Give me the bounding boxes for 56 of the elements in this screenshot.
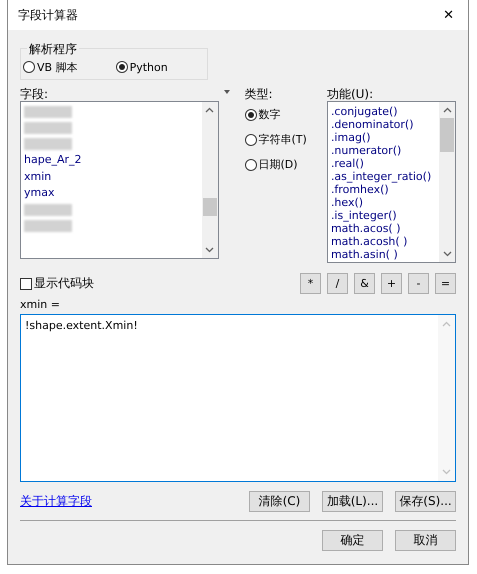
scroll-up-icon[interactable] — [205, 107, 214, 113]
blurred-item — [24, 106, 72, 118]
function-item[interactable]: .real() — [330, 157, 436, 170]
function-item[interactable]: .hex() — [330, 196, 436, 209]
radio-button[interactable]: Python — [116, 60, 168, 74]
expression-label: xmin = — [20, 298, 61, 311]
field-item[interactable]: xmin — [24, 168, 199, 185]
field-list[interactable]: hape_Ar_2 xmin ymax — [20, 101, 219, 259]
radio-button[interactable]: 数字 — [244, 107, 324, 122]
function-item[interactable]: .is_integer() — [330, 209, 436, 222]
scroll-down-icon[interactable] — [442, 251, 452, 257]
function-item[interactable]: .as_integer_ratio() — [330, 170, 436, 183]
group-label: 解析程序 — [27, 41, 79, 58]
operator-button[interactable]: * — [300, 273, 321, 294]
field-item[interactable]: hape_Ar_2 — [24, 152, 199, 168]
scroll-up-icon[interactable] — [442, 107, 452, 113]
help-link[interactable]: 关于计算字段 — [20, 493, 92, 510]
type-label: 类型: — [244, 86, 274, 101]
function-item[interactable]: math.asin( ) — [330, 248, 436, 261]
operator-button[interactable]: / — [327, 273, 348, 294]
dialog-button[interactable]: 确定 — [322, 530, 383, 551]
radio-button[interactable]: VB 脚本 — [23, 60, 78, 74]
blurred-item — [24, 220, 72, 232]
close-button[interactable]: ✕ — [437, 6, 460, 24]
operator-button[interactable]: - — [408, 273, 429, 294]
operator-button[interactable]: & — [354, 273, 375, 294]
function-item[interactable]: .denominator() — [330, 118, 436, 131]
fields-label: 字段: — [20, 86, 50, 101]
file-button[interactable]: 清除(C) — [249, 491, 310, 512]
codeblock-checkbox[interactable]: 显示代码块 — [20, 275, 94, 292]
function-item[interactable]: .imag() — [330, 131, 436, 144]
window-title: 字段计算器 — [18, 6, 78, 24]
radio-button[interactable]: 日期(D) — [244, 157, 324, 172]
scrollbar[interactable] — [202, 102, 218, 258]
file-button[interactable]: 加载(L)... — [322, 491, 383, 512]
radio-button[interactable]: 字符串(T) — [244, 132, 324, 147]
operator-button[interactable]: + — [381, 273, 402, 294]
function-item[interactable]: math.acosh( ) — [330, 235, 436, 248]
field-item[interactable]: ymax — [24, 185, 199, 202]
scrollbar[interactable] — [439, 102, 455, 262]
function-list[interactable]: .conjugate() .denominator() .imag() .numerator() .real() .as_integer_ratio() .fromhex() .hex() .is_integer() math.acos( ) math.acosh( ) math.asin( ) — [326, 101, 456, 263]
scroll-down-icon[interactable] — [205, 247, 214, 253]
operator-button[interactable]: = — [435, 273, 456, 294]
function-item[interactable]: .conjugate() — [330, 105, 436, 118]
dialog-button[interactable]: 取消 — [395, 530, 456, 551]
function-item[interactable]: math.acos( ) — [330, 222, 436, 235]
function-item[interactable]: .fromhex() — [330, 183, 436, 196]
functions-label: 功能(U): — [326, 86, 374, 101]
blurred-item — [24, 138, 72, 150]
function-item[interactable]: .numerator() — [330, 144, 436, 157]
scroll-thumb[interactable] — [440, 118, 454, 152]
dropdown-icon[interactable] — [224, 89, 230, 95]
blurred-item — [24, 204, 72, 216]
blurred-item — [24, 122, 72, 134]
file-button[interactable]: 保存(S)... — [395, 491, 456, 512]
scroll-thumb[interactable] — [202, 198, 217, 216]
